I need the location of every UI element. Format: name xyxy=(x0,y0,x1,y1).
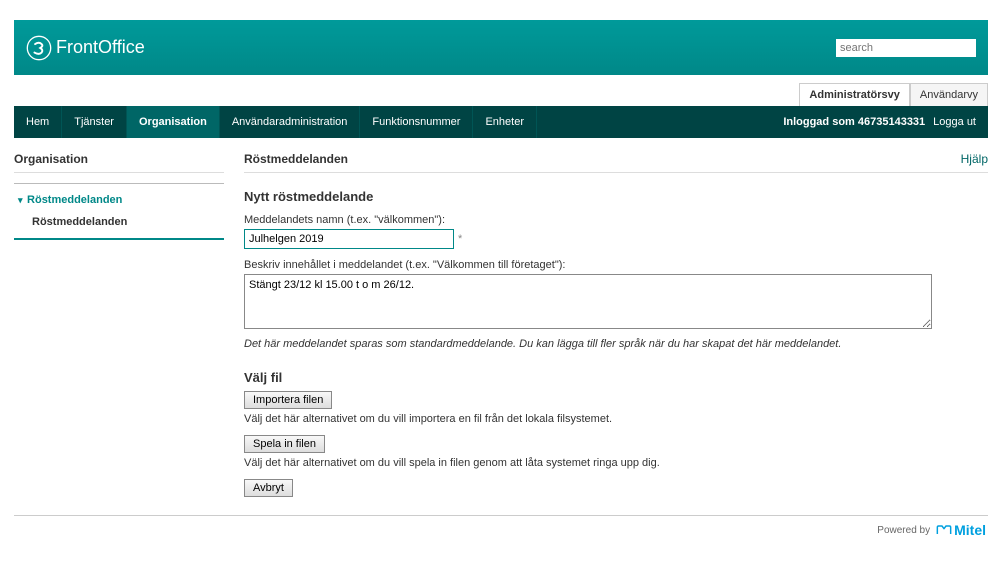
sidebar-item-voicemail[interactable]: Röstmeddelanden xyxy=(14,212,224,232)
nav-services[interactable]: Tjänster xyxy=(62,106,127,138)
nav-function-numbers[interactable]: Funktionsnummer xyxy=(360,106,473,138)
cancel-button[interactable]: Avbryt xyxy=(244,479,293,497)
search-input[interactable] xyxy=(836,39,976,57)
import-desc: Välj det här alternativet om du vill imp… xyxy=(244,413,988,425)
logged-in-label: Inloggad som xyxy=(783,116,855,128)
logged-in-user: 46735143331 xyxy=(858,116,925,128)
vendor-logo: Mitel xyxy=(936,522,986,538)
desc-label: Beskriv innehållet i meddelandet (t.ex. … xyxy=(244,259,988,271)
vendor-name: Mitel xyxy=(954,522,986,538)
main-panel: Röstmeddelanden Hjälp Nytt röstmeddeland… xyxy=(244,152,988,497)
record-desc: Välj det här alternativet om du vill spe… xyxy=(244,457,988,469)
footer: Powered by Mitel xyxy=(14,516,988,550)
sidebar-group-voicemail: Röstmeddelanden Röstmeddelanden xyxy=(14,183,224,240)
mitel-icon xyxy=(936,524,952,536)
sidebar-group-header[interactable]: Röstmeddelanden xyxy=(14,190,224,212)
import-file-button[interactable]: Importera filen xyxy=(244,391,332,409)
nav-right: Inloggad som 46735143331 Logga ut xyxy=(771,106,988,138)
message-name-input[interactable] xyxy=(244,229,454,249)
form-heading: Nytt röstmeddelande xyxy=(244,189,988,204)
logout-link[interactable]: Logga ut xyxy=(933,116,976,128)
help-link[interactable]: Hjälp xyxy=(961,152,988,166)
sidebar-title: Organisation xyxy=(14,152,224,173)
required-asterisk: * xyxy=(458,233,462,245)
choose-file-heading: Välj fil xyxy=(244,370,988,385)
name-label: Meddelandets namn (t.ex. "välkommen"): xyxy=(244,214,988,226)
record-file-button[interactable]: Spela in filen xyxy=(244,435,325,453)
powered-by-label: Powered by xyxy=(877,525,930,536)
save-hint: Det här meddelandet sparas som standardm… xyxy=(244,338,988,350)
nav-user-admin[interactable]: Användaradministration xyxy=(220,106,361,138)
brand-logo: FrontOffice xyxy=(26,35,145,61)
three-logo-icon xyxy=(26,35,52,61)
nav-home[interactable]: Hem xyxy=(14,106,62,138)
sidebar: Organisation Röstmeddelanden Röstmeddela… xyxy=(14,152,224,497)
tab-user-view[interactable]: Användarvy xyxy=(910,83,988,106)
nav-units[interactable]: Enheter xyxy=(473,106,537,138)
main-nav: Hem Tjänster Organisation Användaradmini… xyxy=(14,106,988,138)
nav-organisation[interactable]: Organisation xyxy=(127,106,220,138)
header-bar: FrontOffice xyxy=(14,20,988,75)
message-desc-textarea[interactable] xyxy=(244,274,932,329)
view-tabs: Administratörsvy Användarvy xyxy=(14,83,988,106)
product-name: FrontOffice xyxy=(56,37,145,58)
tab-admin-view[interactable]: Administratörsvy xyxy=(799,83,909,106)
page-title: Röstmeddelanden xyxy=(244,152,348,166)
